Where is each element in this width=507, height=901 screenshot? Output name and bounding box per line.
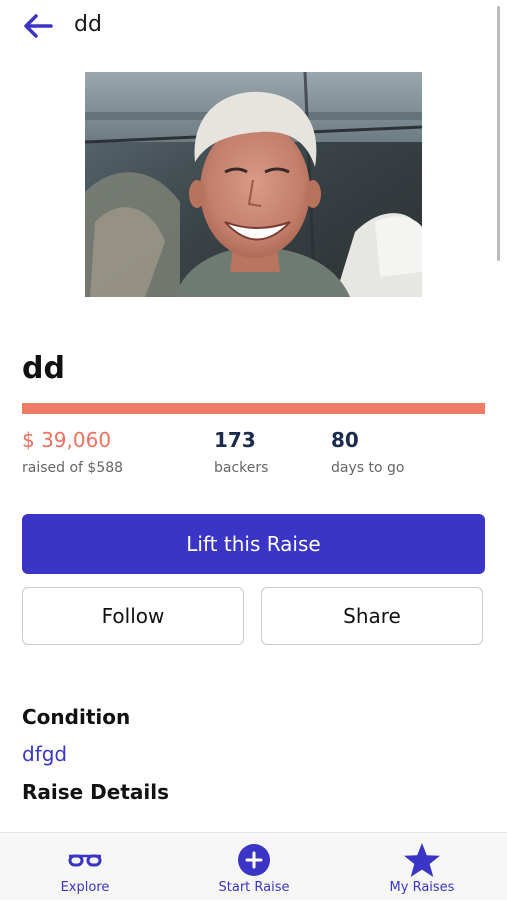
condition-value: dfgd — [22, 742, 68, 766]
glasses-icon — [65, 843, 105, 877]
backers-count: 173 — [214, 428, 256, 452]
raise-image — [85, 72, 422, 297]
top-bar: dd — [0, 0, 507, 52]
arrow-left-icon — [24, 14, 53, 38]
nav-explore-label: Explore — [60, 880, 110, 895]
back-button[interactable] — [20, 8, 56, 44]
nav-start-raise-label: Start Raise — [218, 880, 290, 895]
condition-heading: Condition — [22, 705, 131, 729]
nav-my-raises[interactable]: My Raises — [352, 833, 492, 901]
raise-detail-screen: dd dd $ 39,060 raised of $588 173 backer… — [0, 0, 507, 900]
header-title: dd — [74, 12, 102, 37]
nav-explore[interactable]: Explore — [15, 833, 155, 901]
follow-button[interactable]: Follow — [22, 587, 244, 645]
backers-caption: backers — [214, 460, 269, 476]
plus-circle-icon — [234, 843, 274, 877]
nav-my-raises-label: My Raises — [389, 880, 455, 895]
funding-progress-bar — [22, 403, 485, 414]
share-button[interactable]: Share — [261, 587, 483, 645]
nav-start-raise[interactable]: Start Raise — [184, 833, 324, 901]
funding-progress-fill — [22, 403, 485, 414]
days-remaining-caption: days to go — [331, 460, 405, 476]
star-icon — [402, 843, 442, 877]
raise-title: dd — [22, 351, 65, 386]
days-remaining: 80 — [331, 428, 359, 452]
scrollbar[interactable] — [497, 6, 500, 261]
lift-raise-button[interactable]: Lift this Raise — [22, 514, 485, 574]
amount-raised: $ 39,060 — [22, 428, 112, 452]
raise-details-heading: Raise Details — [22, 780, 170, 804]
amount-raised-caption: raised of $588 — [22, 460, 124, 476]
bottom-navigation: Explore Start Raise My Raises — [0, 832, 507, 900]
